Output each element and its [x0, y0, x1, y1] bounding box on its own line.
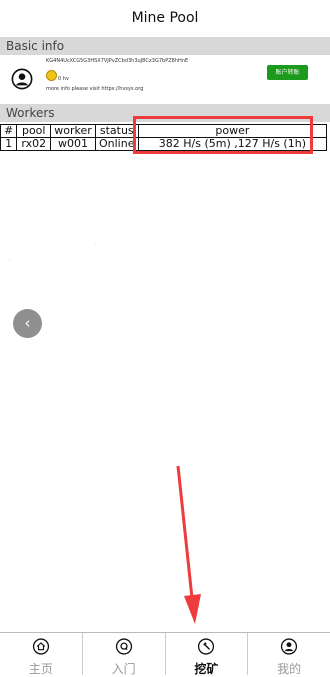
back-button[interactable]: ‹ — [13, 309, 42, 338]
column-header-status: status — [94, 124, 139, 138]
tab-home[interactable]: 主页 — [0, 633, 83, 676]
worker-name-cell: w001 — [50, 137, 96, 151]
column-header-worker: worker — [50, 124, 96, 138]
home-icon — [32, 638, 49, 655]
account-address: KG4N4UcXCG5G3HSX7VJPvZCbd3h3uJ8Cx3G7bPZ8… — [46, 58, 189, 64]
coin-balance: 0 hv — [58, 76, 69, 82]
more-info-note: more info please visit https://hvsys.org — [46, 86, 144, 92]
bottom-tab-bar: 主页 入门 挖矿 我的 — [0, 632, 330, 676]
user-avatar-icon — [11, 68, 33, 90]
stray-mark: · — [95, 242, 97, 247]
table-row[interactable]: 1 rx02 w001 Online 382 H/s (5m) ,127 H/s… — [0, 137, 328, 151]
worker-power-cell: 382 H/s (5m) ,127 H/s (1h) — [137, 137, 328, 151]
workers-section-title: Workers — [0, 104, 330, 122]
q-icon — [115, 638, 132, 655]
tab-label: 挖矿 — [194, 662, 219, 676]
tab-getting-started[interactable]: 入门 — [83, 633, 166, 676]
tab-profile[interactable]: 我的 — [248, 633, 330, 676]
tab-label: 我的 — [277, 662, 302, 676]
basic-info-section-title: Basic info — [0, 37, 330, 55]
person-icon — [281, 638, 298, 655]
tab-label: 主页 — [28, 662, 53, 676]
account-transfer-button[interactable]: 账户转账 — [267, 65, 308, 80]
worker-index-cell: 1 — [0, 137, 18, 151]
table-header-row: # pool worker status power — [0, 124, 328, 138]
hammer-icon — [198, 638, 215, 655]
annotation-arrow — [176, 465, 201, 624]
column-header-power: power — [137, 124, 328, 138]
coin-icon — [46, 70, 57, 81]
stray-mark: · — [18, 200, 20, 205]
worker-pool-cell: rx02 — [16, 137, 52, 151]
workers-table: # pool worker status power 1 rx02 w001 O… — [0, 124, 328, 151]
tab-mining[interactable]: 挖矿 — [166, 633, 249, 676]
page-title: Mine Pool — [131, 10, 199, 26]
column-header-pool: pool — [16, 124, 52, 138]
column-header-index: # — [0, 124, 18, 138]
worker-status-cell: Online — [94, 137, 139, 151]
stray-mark: · — [9, 258, 11, 263]
tab-label: 入门 — [111, 662, 136, 676]
